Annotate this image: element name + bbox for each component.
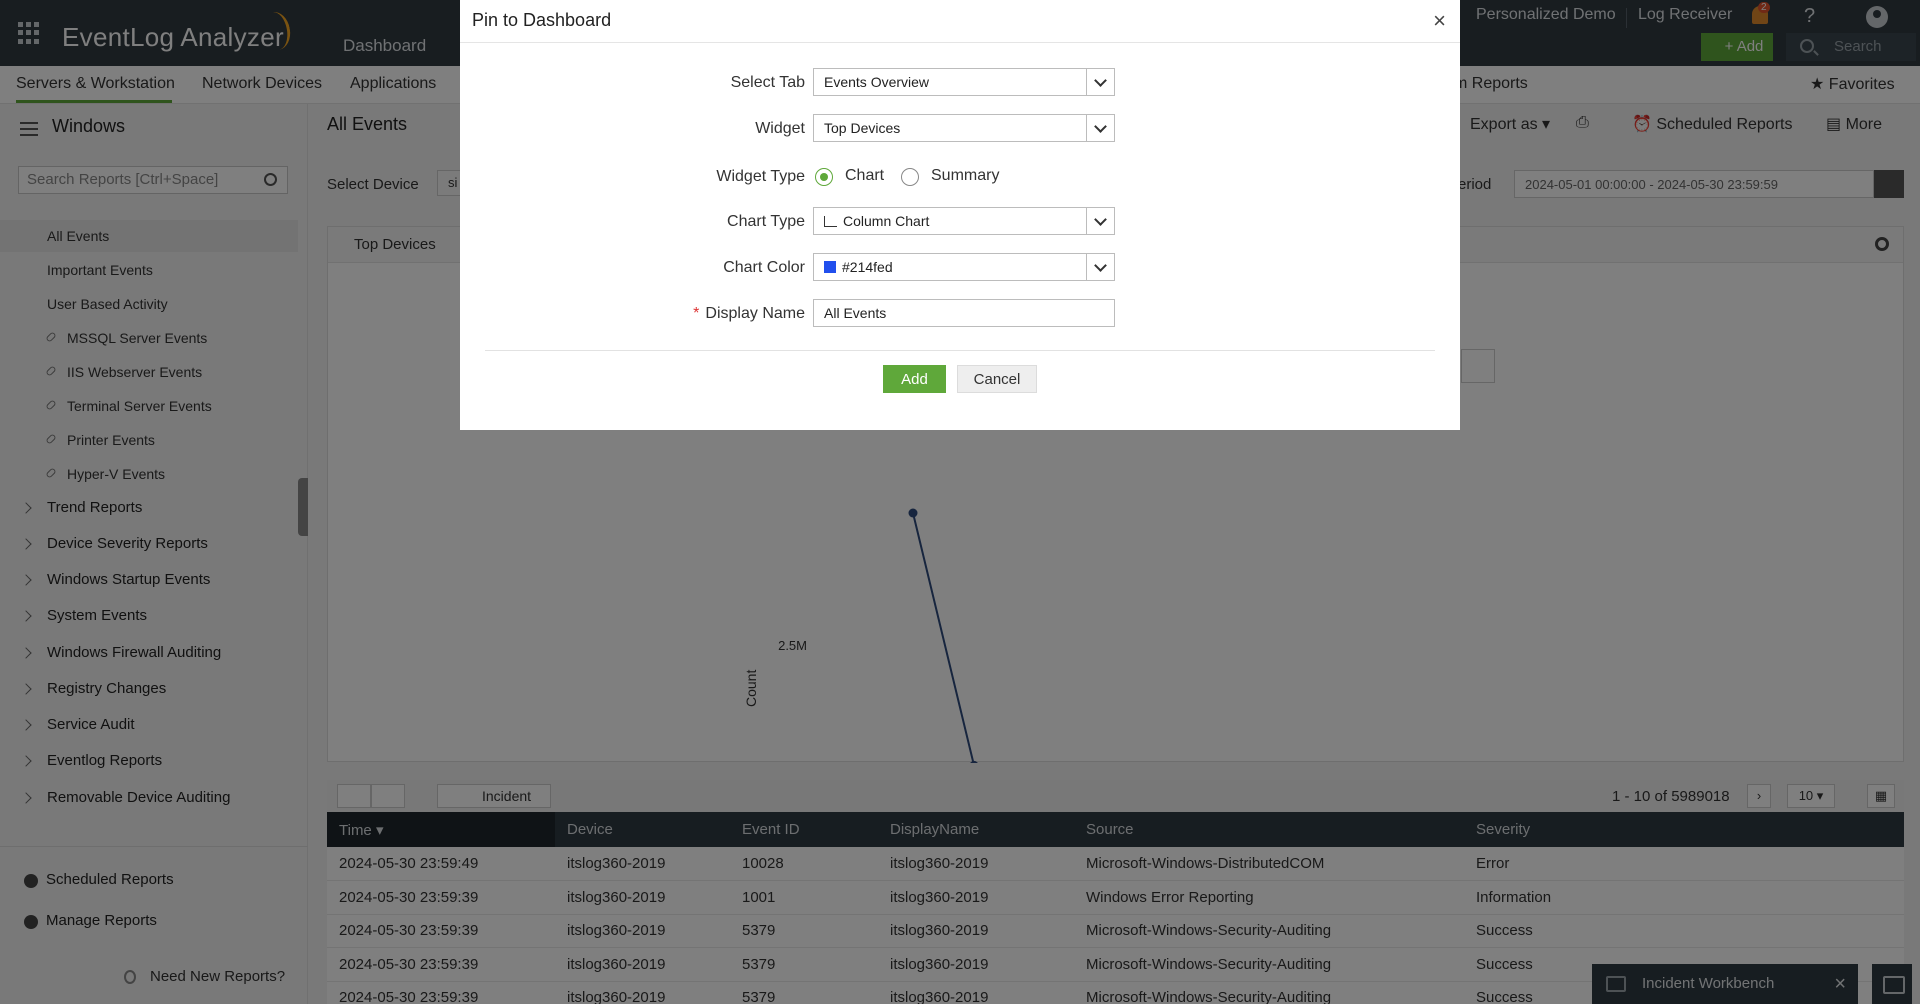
- close-icon[interactable]: ×: [1433, 8, 1446, 34]
- chart-type-label: Chart Type: [727, 213, 805, 230]
- column-chart-icon: [824, 216, 837, 227]
- widget-type-summary-label[interactable]: Summary: [931, 167, 999, 185]
- chart-color-dropdown[interactable]: #214fed: [813, 253, 1115, 281]
- widget-type-chart-radio[interactable]: [815, 168, 833, 186]
- color-swatch: [824, 261, 836, 273]
- widget-type-chart-label[interactable]: Chart: [845, 167, 884, 185]
- display-name-label: * Display Name: [693, 305, 805, 322]
- add-button[interactable]: Add: [883, 365, 946, 393]
- chevron-down-icon: [1086, 254, 1114, 280]
- cancel-button[interactable]: Cancel: [957, 365, 1037, 393]
- pin-to-dashboard-dialog: Pin to Dashboard × Select Tab Events Ove…: [460, 0, 1460, 430]
- widget-type-label: Widget Type: [716, 168, 805, 185]
- chevron-down-icon: [1086, 69, 1114, 95]
- divider: [485, 350, 1435, 351]
- widget-dropdown[interactable]: Top Devices: [813, 114, 1115, 142]
- chevron-down-icon: [1086, 115, 1114, 141]
- chart-type-dropdown[interactable]: Column Chart: [813, 207, 1115, 235]
- widget-label: Widget: [755, 120, 805, 137]
- required-marker: *: [693, 305, 700, 322]
- chevron-down-icon: [1086, 208, 1114, 234]
- select-tab-label: Select Tab: [730, 74, 805, 91]
- widget-type-summary-radio[interactable]: [901, 168, 919, 186]
- chart-color-label: Chart Color: [723, 259, 805, 276]
- select-tab-dropdown[interactable]: Events Overview: [813, 68, 1115, 96]
- display-name-input[interactable]: [813, 299, 1115, 327]
- divider: [460, 42, 1460, 43]
- modal-title: Pin to Dashboard: [472, 10, 612, 30]
